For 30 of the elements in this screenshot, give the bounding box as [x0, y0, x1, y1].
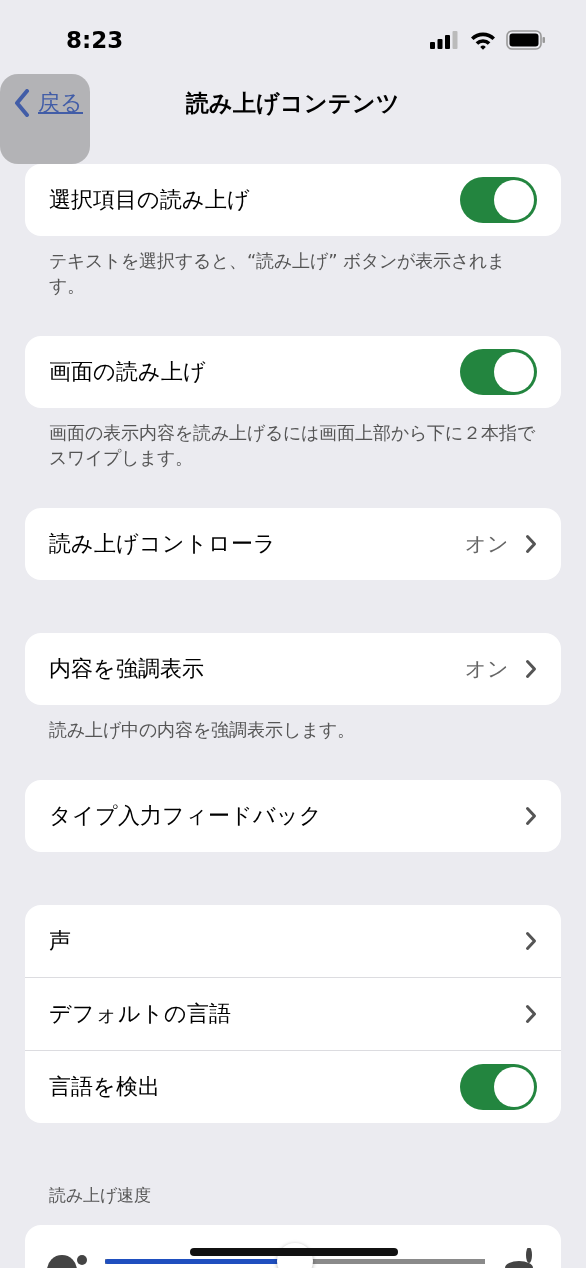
footnote-text: テキストを選択すると、“読み上げ” ボタンが表示されます。 — [48, 249, 507, 298]
chevron-right-icon[interactable] — [525, 534, 537, 554]
chevron-right-icon[interactable] — [525, 931, 537, 951]
row-value: オン — [465, 656, 509, 683]
row-value: オン — [465, 531, 509, 558]
toggle-switch[interactable] — [460, 349, 537, 395]
row-label: 内容を強調表示 — [49, 655, 204, 683]
assistive-touch-button[interactable] — [0, 74, 90, 164]
page-title: 読み上げコンテンツ — [186, 88, 400, 118]
toggle-switch[interactable] — [460, 1064, 537, 1110]
row-label: タイプ入力フィードバック — [49, 802, 322, 830]
battery-icon — [506, 30, 546, 50]
row-label: 画面の読み上げ — [49, 358, 206, 386]
toggle-switch[interactable] — [460, 177, 537, 223]
row-label: 言語を検出 — [49, 1073, 160, 1101]
section-header: 読み上げ速度 — [48, 1184, 152, 1207]
chevron-right-icon[interactable] — [525, 806, 537, 826]
row-label: 声 — [49, 927, 71, 955]
footnote-text: 画面の表示内容を読み上げるには画面上部から下に２本指でスワイプします。 — [48, 421, 536, 470]
row-label: 選択項目の読み上げ — [49, 186, 250, 214]
back-link[interactable]: 戻る — [14, 88, 83, 118]
row-label: 読み上げコントローラ — [49, 530, 276, 558]
status-time: 8:23 — [66, 27, 124, 53]
wifi-icon — [470, 30, 496, 50]
footnote-text: 読み上げ中の内容を強調表示します。 — [48, 718, 356, 742]
chevron-right-icon[interactable] — [525, 659, 537, 679]
row-label: デフォルトの言語 — [49, 1000, 231, 1028]
signal-icon — [430, 31, 460, 49]
chevron-left-icon — [14, 89, 30, 117]
chevron-right-icon[interactable] — [525, 1004, 537, 1024]
